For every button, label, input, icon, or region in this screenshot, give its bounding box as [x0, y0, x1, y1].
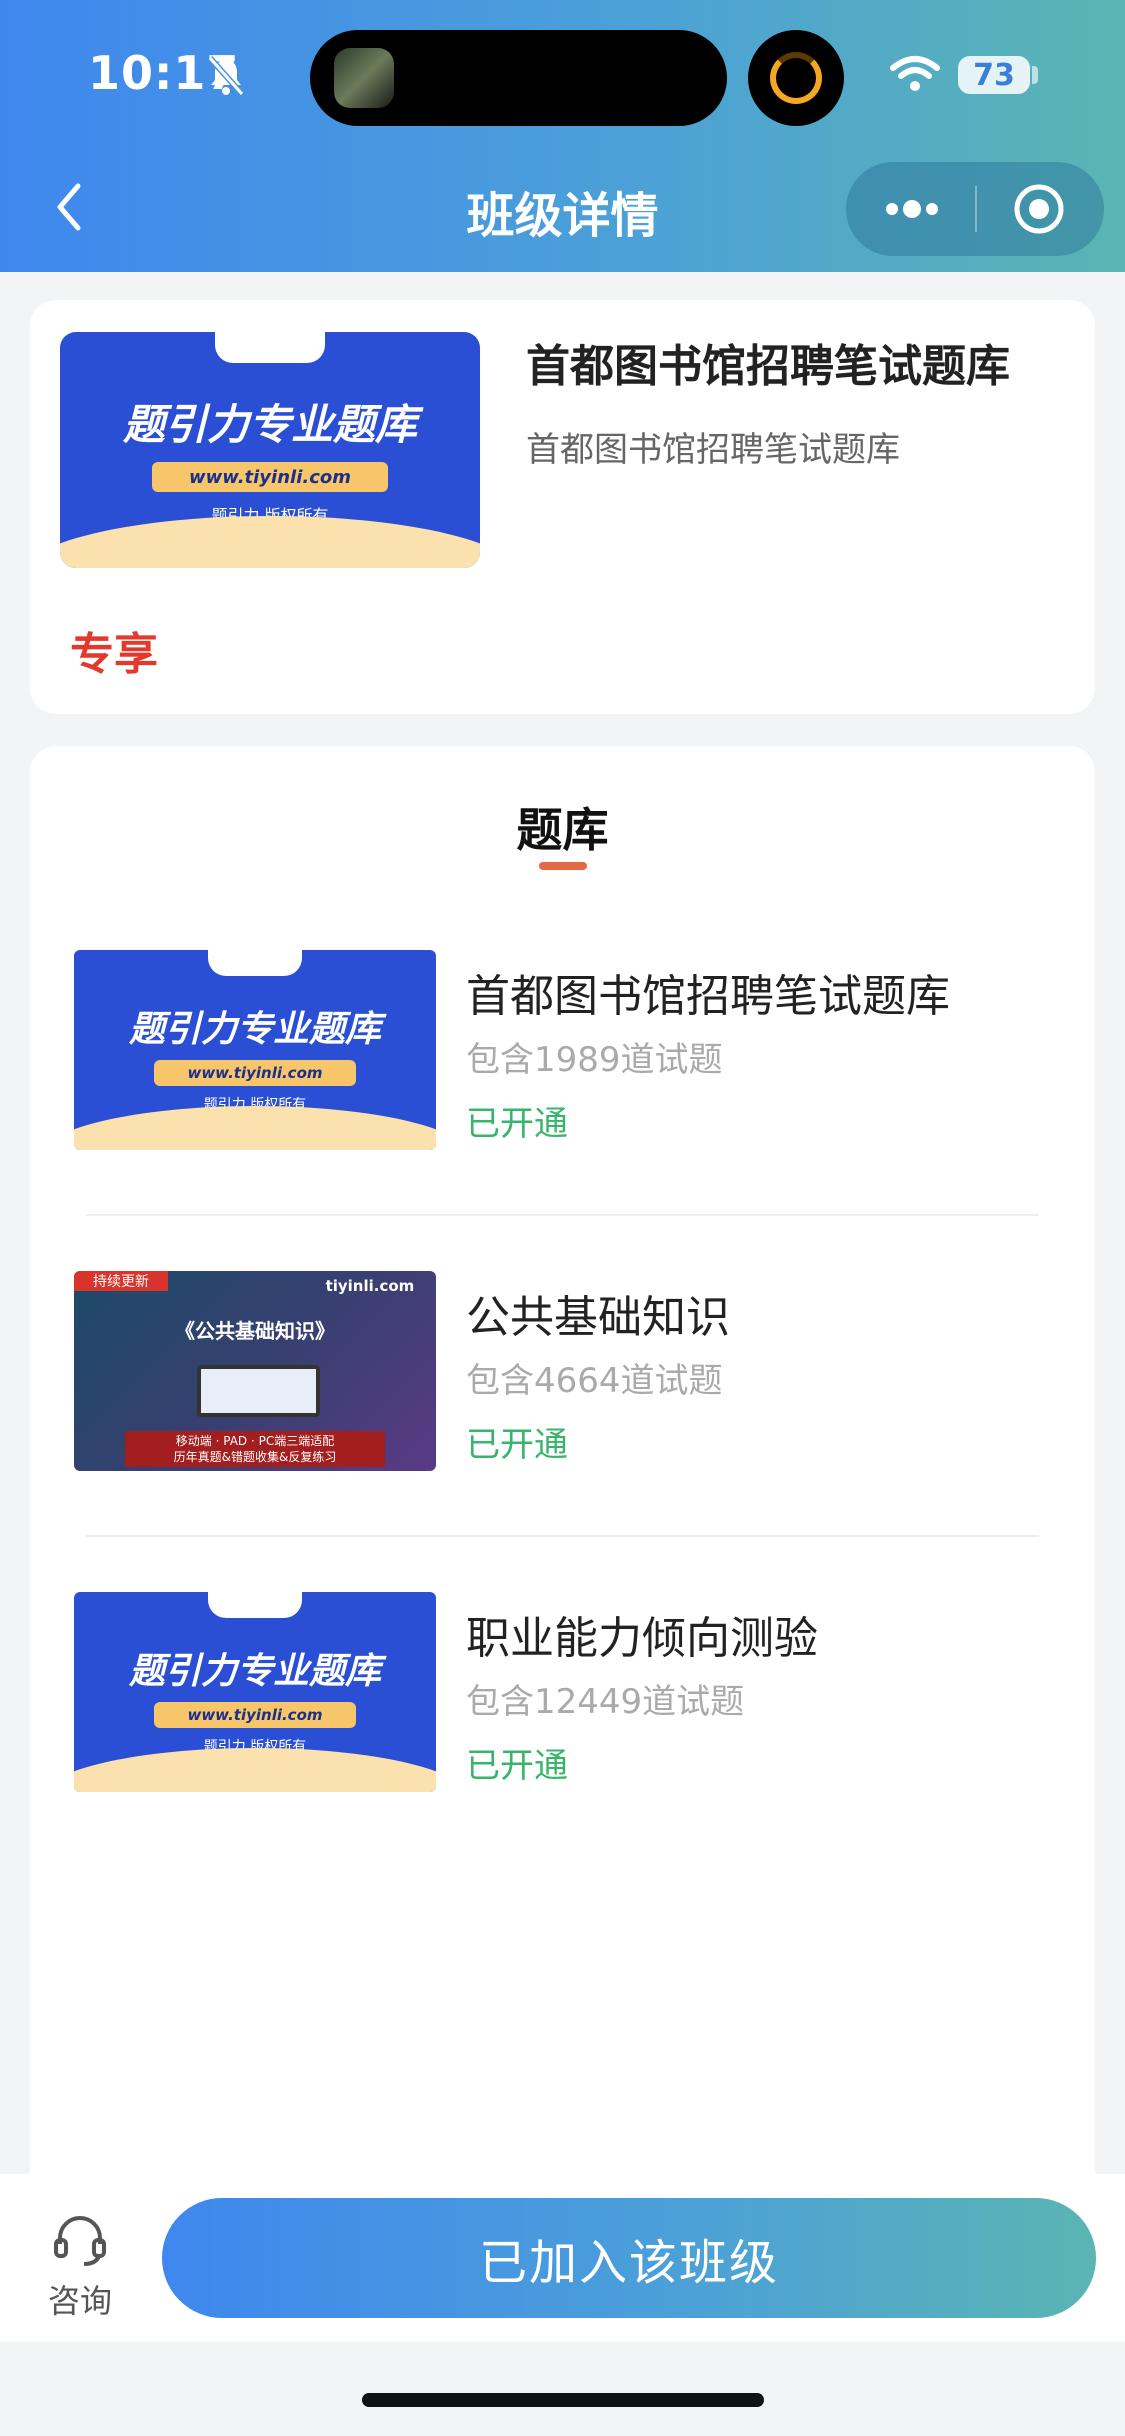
cover-url: www.tiyinli.com — [152, 461, 388, 493]
cover-title: 题引力专业题库 — [128, 1651, 381, 1692]
dynamic-island — [310, 30, 727, 126]
item-status: 已开通 — [466, 1425, 568, 1465]
cover-title: 题引力专业题库 — [128, 1009, 381, 1050]
cover-feature-line: 移动端 · PAD · PC端三端适配 — [175, 1433, 335, 1448]
list-item[interactable]: 持续更新 tiyinli.com 《公共基础知识》 移动端 · PAD · PC… — [30, 1241, 1095, 1561]
battery-tip — [1032, 66, 1038, 84]
item-cover-image: 题引力专业题库 www.tiyinli.com 题引力 版权所有 — [74, 950, 436, 1150]
close-miniprogram-icon[interactable] — [1012, 182, 1066, 236]
island-app-thumbnail — [334, 48, 394, 108]
question-bank-section: 题库 题引力专业题库 www.tiyinli.com 题引力 版权所有 首都图书… — [30, 746, 1095, 2186]
cover-title: 《公共基础知识》 — [175, 1319, 335, 1343]
timer-activity — [748, 30, 844, 126]
wifi-icon — [890, 56, 940, 91]
cover-device-illustration — [197, 1365, 321, 1417]
home-indicator — [362, 2393, 764, 2407]
cover-brand-tab — [207, 1592, 303, 1618]
item-name: 职业能力倾向测验 — [466, 1613, 818, 1664]
status-bar: 10:17 73 — [0, 0, 1125, 150]
class-title: 首都图书馆招聘笔试题库 — [526, 341, 1010, 392]
cover-brand-tab — [207, 950, 303, 976]
cover-url: www.tiyinli.com — [153, 1702, 357, 1728]
list-item[interactable]: 题引力专业题库 www.tiyinli.com 题引力 版权所有 职业能力倾向测… — [30, 1562, 1095, 1882]
class-summary-card: 题引力专业题库 www.tiyinli.com 题引力 版权所有 首都图书馆招聘… — [30, 300, 1095, 714]
item-status: 已开通 — [466, 1104, 568, 1144]
timer-ring-icon — [770, 52, 822, 104]
class-cover-image: 题引力专业题库 www.tiyinli.com 题引力 版权所有 — [60, 332, 480, 568]
battery-indicator: 73 — [958, 56, 1030, 94]
consult-label: 咨询 — [47, 2282, 112, 2320]
exclusive-tag: 专享 — [70, 629, 158, 680]
header: 10:17 73 班级详情 — [0, 0, 1125, 272]
item-question-count: 包含1989道试题 — [466, 1040, 723, 1080]
list-divider — [86, 1535, 1039, 1537]
cover-feature-bar: 移动端 · PAD · PC端三端适配 历年真题&错题收集&反复练习 — [124, 1431, 386, 1467]
joined-class-button[interactable]: 已加入该班级 — [162, 2198, 1096, 2318]
more-icon[interactable] — [882, 192, 942, 226]
cover-brand: tiyinli.com — [325, 1277, 415, 1295]
item-question-count: 包含12449道试题 — [466, 1682, 745, 1722]
cover-url: www.tiyinli.com — [153, 1060, 357, 1086]
cover-feature-line: 历年真题&错题收集&反复练习 — [173, 1450, 337, 1464]
item-status: 已开通 — [466, 1746, 568, 1786]
item-question-count: 包含4664道试题 — [466, 1361, 723, 1401]
headset-icon — [54, 2216, 106, 2266]
item-cover-image: 持续更新 tiyinli.com 《公共基础知识》 移动端 · PAD · PC… — [74, 1271, 436, 1471]
bell-muted-icon — [207, 56, 245, 96]
cover-title: 题引力专业题库 — [122, 400, 417, 449]
list-divider — [86, 1214, 1039, 1216]
class-subtitle: 首都图书馆招聘笔试题库 — [526, 430, 900, 470]
bottom-action-bar: 咨询 已加入该班级 — [0, 2174, 1125, 2342]
section-title[interactable]: 题库 — [30, 794, 1095, 860]
consult-button[interactable]: 咨询 — [30, 2214, 130, 2324]
item-cover-image: 题引力专业题库 www.tiyinli.com 题引力 版权所有 — [74, 1592, 436, 1792]
section-title-underline — [539, 862, 587, 870]
cover-update-tag: 持续更新 — [74, 1271, 169, 1291]
item-name: 公共基础知识 — [466, 1292, 730, 1343]
item-name: 首都图书馆招聘笔试题库 — [466, 971, 950, 1022]
cover-brand-tab — [215, 332, 325, 363]
capsule-divider — [975, 186, 977, 232]
list-item[interactable]: 题引力专业题库 www.tiyinli.com 题引力 版权所有 首都图书馆招聘… — [30, 920, 1095, 1240]
miniprogram-capsule — [846, 162, 1104, 256]
